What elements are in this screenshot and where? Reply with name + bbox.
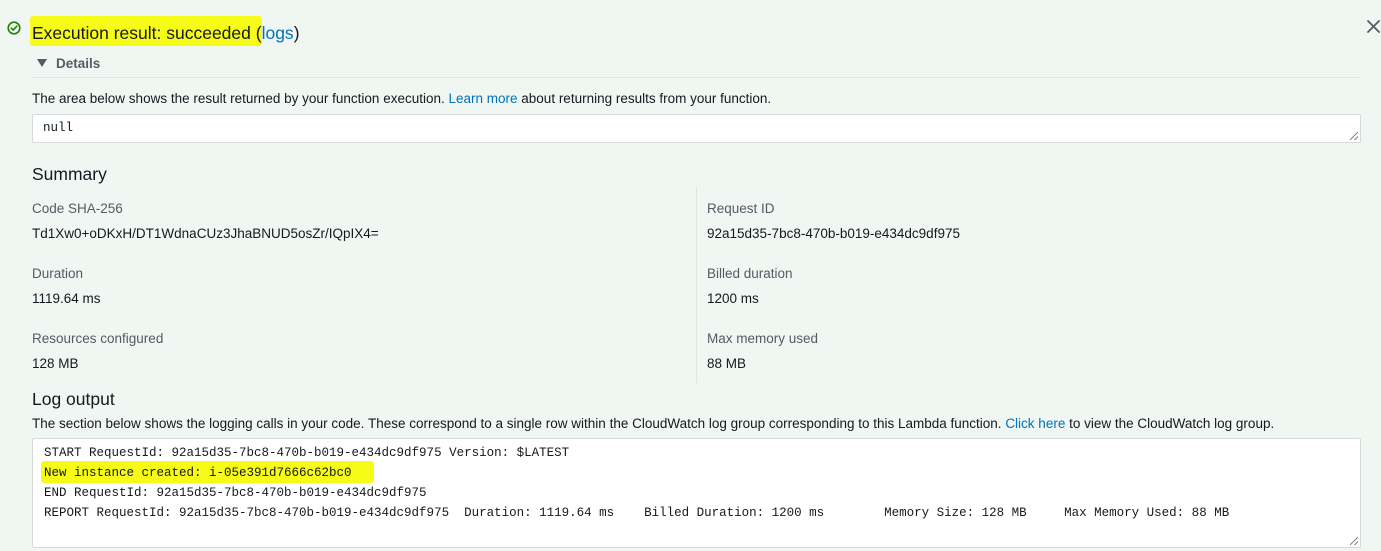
summary-heading: Summary xyxy=(32,164,107,184)
details-divider xyxy=(32,77,1361,78)
log-output-heading: Log output xyxy=(32,389,115,409)
result-intro-text: The area below shows the result returned… xyxy=(32,91,449,106)
log-intro-text-end: to view the CloudWatch log group. xyxy=(1065,416,1275,431)
log-line: REPORT RequestId: 92a15d35-7bc8-470b-b01… xyxy=(44,506,1230,520)
result-output-box[interactable]: null xyxy=(32,114,1361,143)
click-here-link[interactable]: Click here xyxy=(1005,416,1065,431)
billed-duration-value: 1200 ms xyxy=(707,291,759,306)
details-toggle[interactable]: Details xyxy=(37,55,100,71)
resize-handle-icon[interactable] xyxy=(1350,132,1358,140)
log-line: END RequestId: 92a15d35-7bc8-470b-b019-e… xyxy=(44,486,427,500)
logs-link[interactable]: logs xyxy=(262,23,294,43)
log-line: START RequestId: 92a15d35-7bc8-470b-b019… xyxy=(44,446,570,460)
request-id-value: 92a15d35-7bc8-470b-b019-e434dc9df975 xyxy=(707,226,960,241)
request-id-label: Request ID xyxy=(707,201,775,216)
log-line: New instance created: i-05e391d7666c62bc… xyxy=(44,466,352,480)
check-circle-icon xyxy=(7,21,21,35)
code-sha-value: Td1Xw0+oDKxH/DT1WdnaCUz3JhaBNUD5osZr/IQp… xyxy=(32,226,379,241)
details-label: Details xyxy=(56,55,101,71)
execution-result-title: Execution result: succeeded (logs) xyxy=(32,22,300,44)
title-text: Execution result: succeeded ( xyxy=(32,23,262,43)
max-memory-value: 88 MB xyxy=(707,356,747,371)
max-memory-label: Max memory used xyxy=(707,331,819,346)
result-intro: The area below shows the result returned… xyxy=(32,91,771,107)
resize-handle-icon[interactable] xyxy=(1350,537,1358,545)
code-sha-label: Code SHA-256 xyxy=(32,201,123,216)
title-suffix: ) xyxy=(293,23,300,43)
log-output-box[interactable]: START RequestId: 92a15d35-7bc8-470b-b019… xyxy=(32,438,1361,548)
duration-value: 1119.64 ms xyxy=(32,291,101,306)
log-output-intro: The section below shows the logging call… xyxy=(32,416,1274,432)
caret-down-icon xyxy=(37,59,47,67)
billed-duration-label: Billed duration xyxy=(707,266,793,281)
learn-more-link[interactable]: Learn more xyxy=(448,91,517,106)
duration-label: Duration xyxy=(32,266,84,281)
result-value: null xyxy=(43,121,74,135)
resources-configured-label: Resources configured xyxy=(32,331,164,346)
log-intro-text: The section below shows the logging call… xyxy=(32,416,1006,431)
result-intro-text-end: about returning results from your functi… xyxy=(517,91,772,106)
resources-configured-value: 128 MB xyxy=(32,356,79,371)
summary-column-divider xyxy=(696,187,697,383)
close-icon[interactable] xyxy=(1366,19,1381,34)
